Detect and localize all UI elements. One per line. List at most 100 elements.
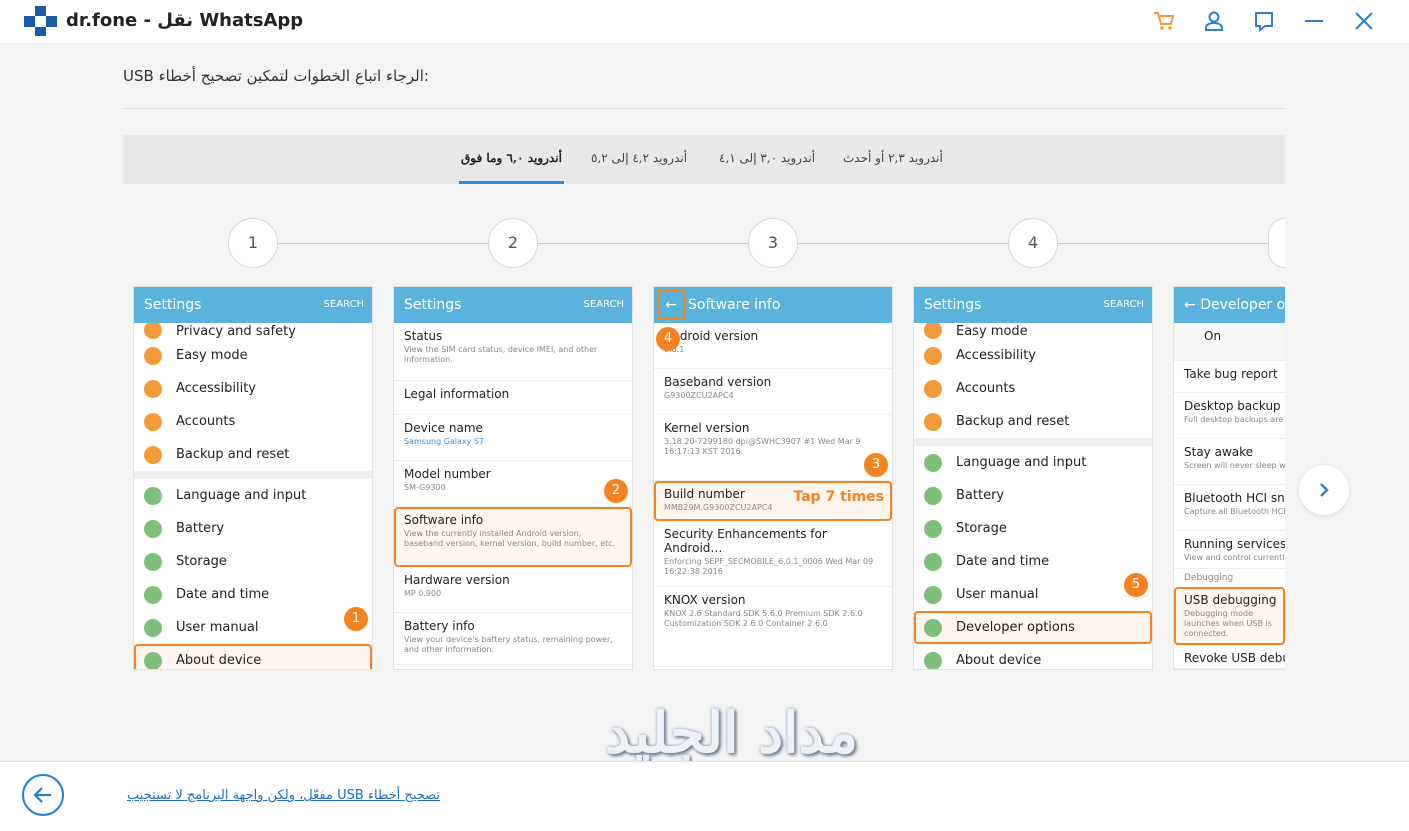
step-1: 1 xyxy=(228,218,278,268)
list-item: Language and input xyxy=(176,488,307,503)
accounts-icon xyxy=(144,412,162,431)
footer-bar: مفعّل، ولكن واجهة البرنامج لا تستجيب USB… xyxy=(0,761,1409,831)
feedback-icon[interactable] xyxy=(1251,8,1277,34)
item-title: Take bug report xyxy=(1184,367,1278,381)
date-time-icon xyxy=(144,585,162,604)
usb-debugging-item: USB debugging xyxy=(1184,593,1277,607)
tab-android-4-2[interactable]: أندرويد ٤,٢ إلى ٥,٢ xyxy=(591,135,687,184)
language-icon xyxy=(144,486,162,505)
list-item: User manual xyxy=(956,587,1039,602)
list-item: Date and time xyxy=(956,554,1050,569)
search-label: SEARCH xyxy=(583,299,624,310)
back-arrow-icon: ← xyxy=(1184,297,1201,313)
phone-header-title: Settings xyxy=(924,297,982,313)
on-label: On xyxy=(1204,329,1222,343)
item-title: Security Enhancements for Android… xyxy=(664,527,827,555)
list-item: Accounts xyxy=(176,414,236,429)
storage-icon xyxy=(144,552,162,571)
list-item: About device xyxy=(956,653,1042,668)
item-sub: View the SIM card status, device IMEI, a… xyxy=(404,345,598,364)
accounts-icon xyxy=(924,379,942,398)
about-device-item: About device xyxy=(176,653,262,668)
phone-screen-about-device: Settings SEARCH Status View the SIM card s… xyxy=(393,286,633,670)
phone-header-title: Software info xyxy=(688,297,781,313)
instruction-text: USB الرجاء اتباع الخطوات لتمكين تصحيح أخ… xyxy=(123,67,429,85)
carousel-fade xyxy=(1285,200,1409,700)
item-sub: View and control currently running servi… xyxy=(1184,553,1285,562)
info-icon xyxy=(144,651,162,669)
item-sub: Full desktop backups are not currently p… xyxy=(1184,415,1285,424)
accessibility-icon xyxy=(924,346,942,365)
list-item: Accessibility xyxy=(176,381,256,396)
minimize-icon[interactable] xyxy=(1301,8,1327,34)
item-sub: Debugging mode launches when USB is conn… xyxy=(1184,609,1272,638)
tab-android-6-0[interactable]: أندرويد ٦,٠ وما فوق xyxy=(459,135,564,184)
item-sub: G9300ZCU2APC4 xyxy=(664,391,734,400)
phone-screen-developer-options: ← Developer options On Take bug report D… xyxy=(1173,286,1285,670)
usb-debug-help-link[interactable]: مفعّل، ولكن واجهة البرنامج لا تستجيب USB… xyxy=(127,788,440,803)
chevron-right-icon xyxy=(1320,483,1329,497)
backup-icon xyxy=(144,445,162,464)
item-sub: Enforcing SEPF_SECMOBILE_6.0.1_0006 Wed … xyxy=(664,557,874,576)
item-title: Device name xyxy=(404,421,483,435)
back-button[interactable] xyxy=(22,774,64,816)
list-item: Storage xyxy=(176,554,227,569)
easy-mode-icon xyxy=(144,346,162,365)
item-title: Model number xyxy=(404,467,491,481)
tap-hint: Tap 7 times xyxy=(793,489,884,505)
phone-screen-software-info: ← Software info Android version 6.0.1 Base… xyxy=(653,286,893,670)
app-title: dr.fone - نقل WhatsApp xyxy=(66,10,304,31)
badge-5: 5 xyxy=(1124,573,1148,597)
item-sub: Samsung Galaxy S7 xyxy=(404,437,485,446)
phone-screen-settings: Settings SEARCH Privacy and safety Easy m… xyxy=(133,286,373,670)
item-title: Desktop backup password xyxy=(1184,399,1285,413)
phone-header-title: Settings xyxy=(144,297,202,313)
android-version-tabs: أندرويد ٢,٣ أو أحدث أندرويد ٣,٠ إلى ٤,١ … xyxy=(123,135,1285,184)
badge-1: 1 xyxy=(344,607,368,631)
step-5 xyxy=(1268,218,1285,268)
cart-icon[interactable] xyxy=(1151,8,1177,34)
software-info-item: Software info xyxy=(404,513,484,527)
divider xyxy=(123,108,1285,109)
item-sub: Capture all Bluetooth HCI packets in a f… xyxy=(1184,507,1285,516)
badge-2: 2 xyxy=(604,479,628,503)
badge-3: 3 xyxy=(864,453,888,477)
item-title: Stay awake xyxy=(1184,445,1254,459)
language-icon xyxy=(924,453,942,472)
list-item: Battery xyxy=(956,488,1005,503)
item-title: Running services xyxy=(1184,537,1285,551)
next-button[interactable] xyxy=(1299,465,1349,515)
user-icon[interactable] xyxy=(1201,8,1227,34)
item-title: KNOX version xyxy=(664,593,746,607)
tab-android-2-3[interactable]: أندرويد ٢,٣ أو أحدث xyxy=(843,135,943,184)
item-sub: Screen will never sleep while charging xyxy=(1184,461,1285,470)
list-item: Easy mode xyxy=(956,324,1028,339)
info-icon xyxy=(924,651,942,669)
item-sub: KNOX 2.6 Standard SDK 5.6.0 Premium SDK … xyxy=(664,609,863,628)
backup-icon xyxy=(924,412,942,431)
list-item: User manual xyxy=(176,620,259,635)
developer-options-icon xyxy=(924,618,942,637)
tab-android-3-0[interactable]: أندرويد ٣,٠ إلى ٤,١ xyxy=(719,135,815,184)
item-sub: 6.0.1 xyxy=(664,345,685,354)
close-icon[interactable] xyxy=(1351,8,1377,34)
item-title: Baseband version xyxy=(664,375,772,389)
item-title: Bluetooth HCI snoop log xyxy=(1184,491,1285,505)
back-arrow-icon: ← xyxy=(657,290,685,320)
item-title: Revoke USB debugging authorizations xyxy=(1184,651,1285,665)
list-item: Date and time xyxy=(176,587,270,602)
item-title: Kernel version xyxy=(664,421,750,435)
item-sub: View the currently installed Android ver… xyxy=(404,529,616,548)
title-bar: dr.fone - نقل WhatsApp xyxy=(0,0,1409,43)
list-item: Backup and reset xyxy=(956,414,1070,429)
battery-icon xyxy=(144,519,162,538)
item-title: Legal information xyxy=(404,387,510,401)
privacy-icon xyxy=(144,323,162,339)
list-item: Easy mode xyxy=(176,348,248,363)
list-item: Privacy and safety xyxy=(176,324,296,339)
item-sub: MP 0.900 xyxy=(404,589,442,598)
watermark-text: مداد الجليد xyxy=(605,700,858,766)
user-manual-icon xyxy=(144,618,162,637)
list-item: Language and input xyxy=(956,455,1087,470)
back-arrow-icon xyxy=(33,787,51,803)
